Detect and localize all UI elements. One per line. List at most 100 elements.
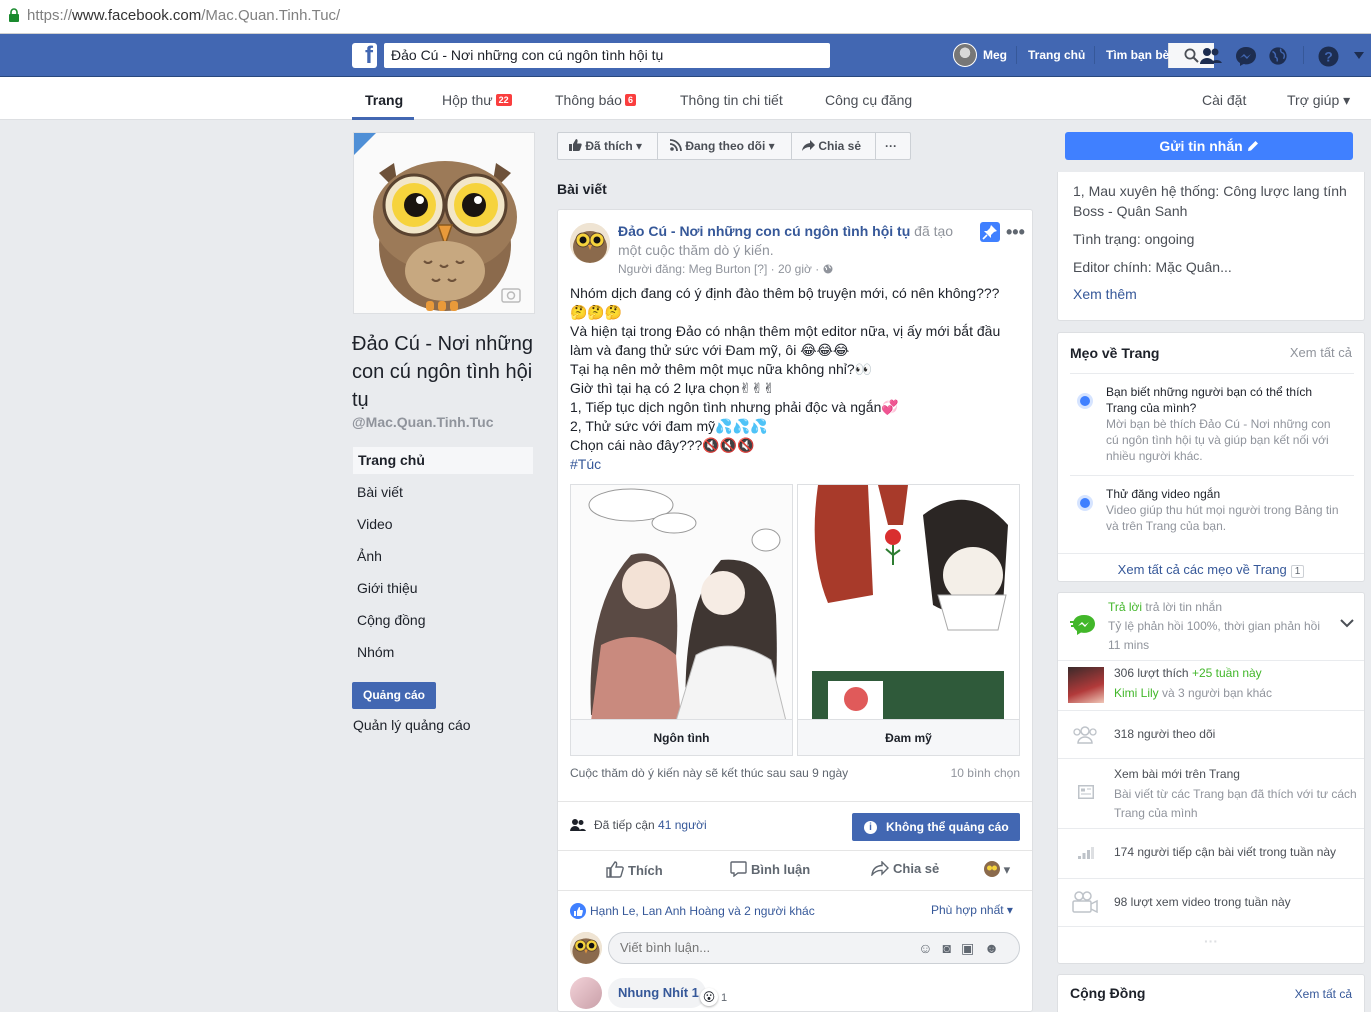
bar-chart-icon bbox=[1078, 847, 1094, 859]
tab-insights[interactable]: Thông tin chi tiết bbox=[680, 92, 783, 108]
reach-people-link[interactable]: 41 người bbox=[658, 818, 707, 832]
page-profile-picture[interactable] bbox=[353, 132, 535, 314]
about-line: Editor chính: Mặc Quân... bbox=[1073, 259, 1232, 275]
facebook-logo-icon[interactable]: f bbox=[352, 42, 377, 69]
post-line: 1, Tiếp tục dịch ngôn tình nhưng phải độ… bbox=[570, 399, 899, 415]
manage-ads-link[interactable]: Quản lý quảng cáo bbox=[353, 717, 471, 733]
like-reaction-icon bbox=[570, 903, 586, 919]
tab-publishing-tools[interactable]: Công cụ đăng bbox=[825, 92, 912, 108]
chevron-down-icon[interactable] bbox=[1340, 619, 1354, 628]
post-line: Chọn cái nào đây???🔇🔇🔇 bbox=[570, 437, 755, 453]
poll-votes-count[interactable]: 10 bình chọn bbox=[951, 766, 1020, 780]
left-nav-videos[interactable]: Video bbox=[357, 516, 393, 532]
comment-reaction-count[interactable]: 1 bbox=[721, 992, 727, 1004]
tip-bulb-icon bbox=[1080, 498, 1090, 508]
settings-link[interactable]: Cài đặt bbox=[1202, 92, 1246, 108]
sticker-icon[interactable]: ☻ bbox=[984, 940, 1009, 956]
post-hashtag[interactable]: #Túc bbox=[570, 455, 1020, 474]
more-actions-button[interactable]: ··· bbox=[885, 133, 897, 159]
search-input[interactable] bbox=[391, 47, 791, 63]
tips-see-all-link[interactable]: Xem tất cả bbox=[1290, 345, 1352, 360]
promote-button[interactable]: Quảng cáo bbox=[352, 682, 436, 709]
following-button[interactable]: Đang theo dõi ▾ bbox=[669, 133, 775, 159]
left-nav-about[interactable]: Giới thiệu bbox=[357, 580, 418, 596]
globe-icon bbox=[823, 264, 833, 274]
share-post-button[interactable]: Chia sẻ bbox=[871, 860, 939, 878]
post-as-page-selector[interactable]: ▾ bbox=[984, 861, 1010, 878]
share-page-button[interactable]: Chia sẻ bbox=[802, 133, 861, 159]
post-line: Giờ thì tại hạ có 2 lựa chọn✌✌✌ bbox=[570, 380, 775, 396]
browser-address-bar[interactable]: https://www.facebook.com/Mac.Quan.Tinh.T… bbox=[0, 0, 1371, 34]
poll-option-dam-my[interactable]: Đam mỹ bbox=[797, 484, 1020, 756]
page-action-bar: Đã thích ▾ Đang theo dõi ▾ Chia sẻ ··· bbox=[557, 132, 911, 160]
left-nav-community[interactable]: Cộng đồng bbox=[357, 612, 426, 628]
url-text[interactable]: https://www.facebook.com/Mac.Quan.Tinh.T… bbox=[27, 7, 340, 24]
comment-author-name[interactable]: Nhung Nhít 1 bbox=[618, 985, 699, 1000]
response-rate-row[interactable]: Trả lời trả lời tin nhắn Tỷ lệ phản hồi … bbox=[1058, 593, 1364, 661]
weekly-video-views-row[interactable]: 98 lượt xem video trong tuần này bbox=[1058, 879, 1364, 927]
home-link[interactable]: Trang chủ bbox=[1028, 48, 1085, 62]
see-pages-feed-row[interactable]: Xem bài mới trên Trang Bài viết từ các T… bbox=[1058, 759, 1364, 829]
post-options-icon[interactable]: ••• bbox=[1006, 222, 1025, 243]
pinned-post-icon[interactable] bbox=[980, 222, 1000, 242]
tab-inbox[interactable]: Hộp thư 22 bbox=[442, 92, 512, 108]
more-stats-dots[interactable]: ··· bbox=[1058, 933, 1364, 949]
gif-icon[interactable]: ▣ bbox=[961, 940, 984, 956]
video-camera-icon bbox=[1072, 891, 1098, 913]
help-menu[interactable]: Trợ giúp ▾ bbox=[1287, 92, 1350, 109]
post-author-link[interactable]: Đảo Cú - Nơi những con cú ngôn tình hội … bbox=[618, 223, 910, 239]
camera-icon[interactable]: ◙ bbox=[943, 940, 961, 956]
tip-short-video[interactable]: Thử đăng video ngắn Video giúp thu hút m… bbox=[1070, 475, 1354, 545]
share-icon bbox=[871, 860, 889, 878]
owl-profile-image bbox=[354, 133, 534, 313]
tip-invite-friends[interactable]: Bạn biết những người bạn có thể thích Tr… bbox=[1070, 373, 1354, 475]
post-likers[interactable]: Hạnh Le, Lan Anh Hoàng và 2 người khác bbox=[570, 903, 815, 919]
tab-trang[interactable]: Trang bbox=[365, 92, 403, 108]
comment-author-avatar[interactable] bbox=[570, 977, 602, 1009]
page-likes-count: 306 lượt thích +25 tuần này bbox=[1114, 666, 1262, 680]
cannot-boost-button[interactable]: i Không thể quảng cáo bbox=[852, 813, 1020, 841]
news-feed-icon bbox=[1078, 785, 1094, 799]
poll-option-ngon-tinh[interactable]: Ngôn tình bbox=[570, 484, 793, 756]
rss-icon bbox=[669, 139, 682, 152]
find-friends-link[interactable]: Tìm bạn bè bbox=[1106, 48, 1169, 62]
left-nav-posts[interactable]: Bài viết bbox=[357, 484, 403, 500]
community-see-all-link[interactable]: Xem tất cả bbox=[1295, 987, 1352, 1001]
liked-button[interactable]: Đã thích ▾ bbox=[569, 133, 642, 159]
poll-illustration-ngon-tinh bbox=[571, 485, 792, 722]
user-profile-link[interactable]: Meg bbox=[983, 48, 1007, 62]
poll-option-label: Đam mỹ bbox=[798, 719, 1019, 755]
left-nav-groups[interactable]: Nhóm bbox=[357, 644, 394, 660]
followers-row[interactable]: 318 người theo dõi bbox=[1058, 711, 1364, 759]
weekly-reach-row[interactable]: 174 người tiếp cận bài viết trong tuần n… bbox=[1058, 829, 1364, 879]
emoji-icon[interactable]: ☺ bbox=[918, 940, 942, 956]
friend-requests-icon[interactable] bbox=[1199, 46, 1223, 66]
notifications-globe-icon[interactable] bbox=[1267, 46, 1289, 66]
page-name[interactable]: Đảo Cú - Nơi những con cú ngôn tình hội … bbox=[352, 330, 537, 414]
account-menu-chevron-icon[interactable] bbox=[1354, 52, 1364, 59]
like-post-button[interactable]: Thích bbox=[606, 861, 663, 878]
share-arrow-icon bbox=[802, 140, 815, 151]
help-icon[interactable]: ? bbox=[1318, 46, 1339, 67]
comment-input[interactable] bbox=[620, 940, 900, 955]
page-likes-row[interactable]: 306 lượt thích +25 tuần này Kimi Lily và… bbox=[1058, 661, 1364, 711]
thumbs-up-icon bbox=[569, 139, 582, 151]
user-avatar[interactable] bbox=[953, 43, 977, 67]
response-desc: Tỷ lệ phản hồi 100%, thời gian phản hồi … bbox=[1108, 619, 1321, 652]
left-nav-home[interactable]: Trang chủ bbox=[358, 452, 425, 468]
see-more-link[interactable]: Xem thêm bbox=[1073, 286, 1137, 302]
page-handle[interactable]: @Mac.Quan.Tinh.Tuc bbox=[352, 414, 493, 430]
messenger-icon[interactable] bbox=[1235, 46, 1257, 66]
poll-footer: Cuộc thăm dò ý kiến này sẽ kết thúc sau … bbox=[570, 766, 1020, 780]
post-header: Đảo Cú - Nơi những con cú ngôn tình hội … bbox=[618, 223, 954, 258]
wow-reaction-icon: 😮 bbox=[700, 988, 718, 1006]
post-author-avatar[interactable] bbox=[570, 223, 610, 263]
like-outline-icon bbox=[606, 861, 624, 878]
comment-post-button[interactable]: Bình luận bbox=[730, 861, 810, 878]
post-line: 🤔🤔🤔 bbox=[570, 304, 623, 320]
send-message-button[interactable]: Gửi tin nhắn bbox=[1065, 132, 1353, 160]
comment-sort-dropdown[interactable]: Phù hợp nhất ▾ bbox=[931, 903, 1013, 917]
tab-notifications[interactable]: Thông báo 6 bbox=[555, 92, 636, 108]
left-nav-photos[interactable]: Ảnh bbox=[357, 548, 382, 564]
all-tips-link[interactable]: Xem tất cả các mẹo về Trang 1 bbox=[1058, 553, 1364, 578]
